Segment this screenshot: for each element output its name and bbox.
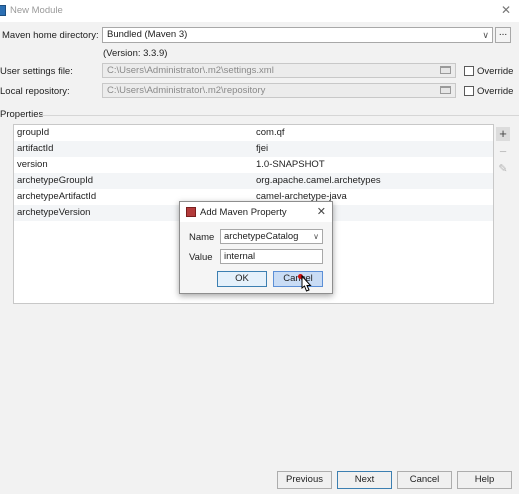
- property-key: archetypeVersion: [17, 207, 91, 218]
- override-repo-checkbox[interactable]: [464, 86, 474, 96]
- properties-separator: [40, 115, 519, 116]
- mouse-pointer-icon: [301, 275, 312, 292]
- maven-version-text: (Version: 3.3.9): [103, 48, 168, 59]
- window-titlebar: New Module ✕: [0, 0, 519, 22]
- maven-home-label: Maven home directory:: [2, 30, 99, 41]
- edit-property-button[interactable]: ✎: [496, 163, 510, 177]
- override-repo-label: Override: [477, 86, 514, 97]
- maven-home-combo[interactable]: Bundled (Maven 3) ∨: [102, 27, 493, 43]
- name-label: Name: [189, 232, 215, 243]
- ok-button[interactable]: OK: [217, 271, 267, 287]
- browse-maven-home-button[interactable]: ...: [495, 27, 511, 43]
- dialog-titlebar: Add Maven Property ✕: [180, 202, 332, 222]
- property-key: version: [17, 159, 48, 170]
- property-value: org.apache.camel.archetypes: [256, 175, 381, 186]
- name-combo[interactable]: archetypeCatalog ∨: [220, 229, 323, 244]
- module-icon: [0, 5, 6, 16]
- help-button[interactable]: Help: [457, 471, 512, 489]
- value-value: internal: [224, 251, 256, 262]
- settings-file-field[interactable]: C:\Users\Administrator\.m2\settings.xml: [102, 63, 456, 78]
- local-repo-value: C:\Users\Administrator\.m2\repository: [107, 85, 266, 96]
- properties-toolbar: + − ✎: [494, 124, 512, 304]
- chevron-down-icon: ∨: [482, 30, 489, 40]
- cancel-button[interactable]: Cancel: [273, 271, 323, 287]
- property-key: groupId: [17, 127, 50, 138]
- settings-file-label: User settings file:: [0, 66, 73, 77]
- table-row[interactable]: archetypeGroupId org.apache.camel.archet…: [14, 173, 493, 189]
- override-settings-checkbox[interactable]: [464, 66, 474, 76]
- footer-cancel-button[interactable]: Cancel: [397, 471, 452, 489]
- property-value: fjei: [256, 143, 269, 154]
- property-key: archetypeArtifactId: [17, 191, 97, 202]
- property-value: 1.0-SNAPSHOT: [256, 159, 325, 170]
- value-input[interactable]: internal: [220, 249, 323, 264]
- table-row[interactable]: groupId com.qf: [14, 125, 493, 141]
- dialog-title: Add Maven Property: [200, 207, 287, 218]
- folder-icon[interactable]: [440, 86, 451, 94]
- local-repo-label: Local repository:: [0, 86, 70, 97]
- property-key: archetypeGroupId: [17, 175, 94, 186]
- previous-button[interactable]: Previous: [277, 471, 332, 489]
- close-icon[interactable]: ✕: [317, 205, 326, 218]
- folder-icon[interactable]: [440, 66, 451, 74]
- remove-property-button[interactable]: −: [496, 145, 510, 159]
- value-label: Value: [189, 252, 213, 263]
- table-row[interactable]: artifactId fjei: [14, 141, 493, 157]
- close-icon[interactable]: ✕: [501, 3, 511, 17]
- window-title: New Module: [10, 5, 63, 16]
- properties-heading: Properties: [0, 109, 44, 120]
- local-repo-field[interactable]: C:\Users\Administrator\.m2\repository: [102, 83, 456, 98]
- maven-home-value: Bundled (Maven 3): [107, 29, 188, 40]
- override-settings-label: Override: [477, 66, 514, 77]
- property-key: artifactId: [17, 143, 54, 154]
- table-row[interactable]: version 1.0-SNAPSHOT: [14, 157, 493, 173]
- chevron-down-icon: ∨: [313, 232, 319, 241]
- add-property-button[interactable]: +: [496, 127, 510, 141]
- property-value: com.qf: [256, 127, 285, 138]
- name-value: archetypeCatalog: [224, 231, 299, 242]
- settings-file-value: C:\Users\Administrator\.m2\settings.xml: [107, 65, 274, 76]
- maven-property-icon: [186, 207, 196, 217]
- next-button[interactable]: Next: [337, 471, 392, 489]
